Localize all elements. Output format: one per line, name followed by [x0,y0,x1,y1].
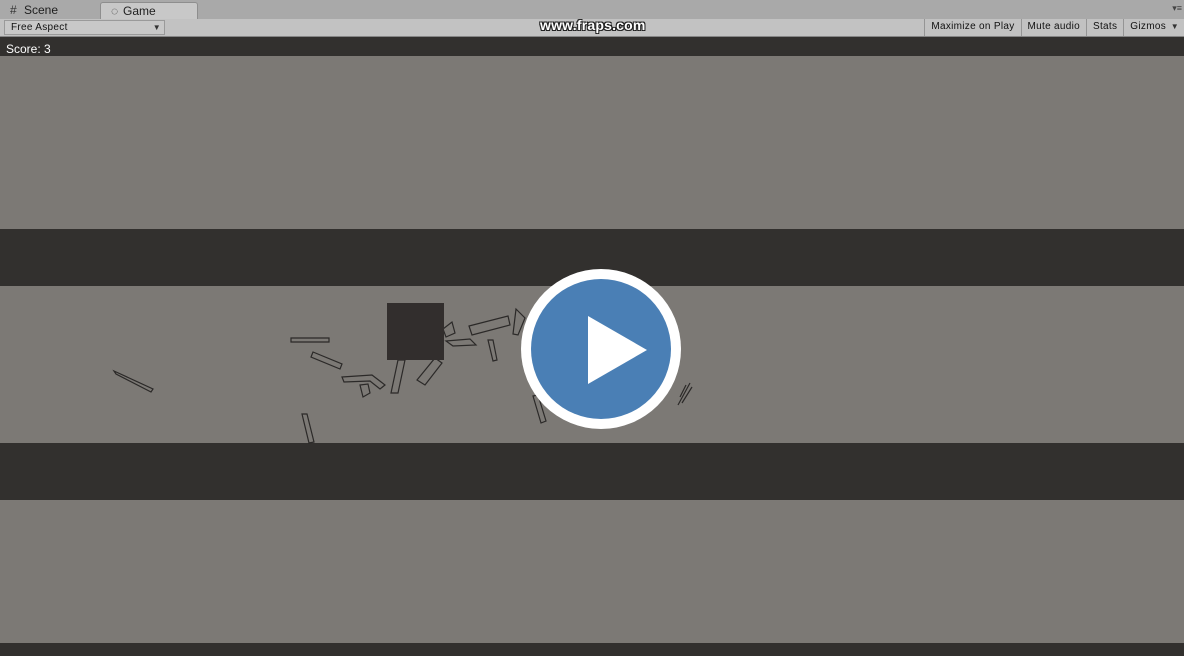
debris-shard [112,369,154,393]
play-button[interactable] [521,269,681,429]
player-square [387,303,444,360]
play-icon [588,316,647,384]
aspect-label: Free Aspect [11,22,68,33]
game-icon: ◌ [111,4,119,18]
debris-shard [310,351,343,370]
panel-menu-icon[interactable]: ▾≡ [1172,3,1182,14]
chevron-down-icon: ▼ [152,23,161,32]
tab-scene[interactable]: # Scene [2,2,98,19]
debris-shard [416,357,443,386]
mute-audio-toggle[interactable]: Mute audio [1020,19,1086,36]
chevron-down-icon: ▼ [1170,22,1179,31]
grid-icon: # [10,3,17,17]
gizmos-dropdown[interactable]: Gizmos ▼ [1123,19,1184,36]
debris-shard [290,337,330,343]
aspect-dropdown[interactable]: Free Aspect ▼ [4,20,165,35]
debris-shard [677,382,693,406]
debris-shard [444,338,478,347]
debris-shard [341,374,386,390]
debris-shard [301,413,315,444]
debris-shard [468,315,511,336]
gizmos-label: Gizmos [1130,21,1166,32]
stats-toggle[interactable]: Stats [1086,19,1123,36]
tab-scene-label: Scene [24,3,59,17]
tab-game-label: Game [123,4,156,18]
debris-shard [442,320,456,338]
debris-shard [359,383,371,398]
maximize-on-play-toggle[interactable]: Maximize on Play [924,19,1020,36]
fraps-watermark: www.fraps.com [540,17,646,33]
debris-shard [390,359,406,394]
tab-game[interactable]: ◌ Game [100,2,198,19]
game-viewport[interactable]: Score: 3 [0,37,1184,656]
debris-shard [487,339,498,362]
